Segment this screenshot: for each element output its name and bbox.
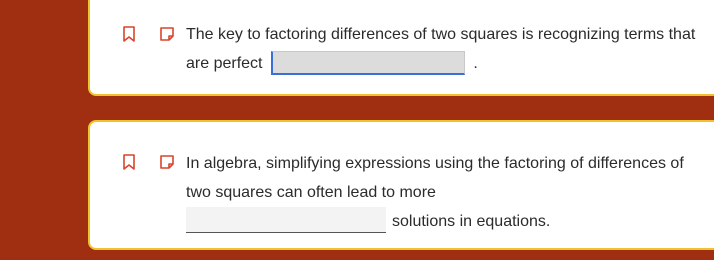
bookmark-icon[interactable] xyxy=(120,25,138,43)
answer-blank-input[interactable] xyxy=(186,206,386,233)
page: The key to factoring differences of two … xyxy=(0,0,714,260)
question-text-before: In algebra, simplifying expressions usin… xyxy=(186,155,684,201)
note-icon[interactable] xyxy=(158,153,176,171)
question-text: The key to factoring differences of two … xyxy=(186,20,712,78)
note-icon[interactable] xyxy=(158,25,176,43)
question-tools xyxy=(120,25,176,43)
answer-blank-input[interactable] xyxy=(270,50,465,75)
question-text-after: solutions in equations. xyxy=(392,213,551,230)
question-text: In algebra, simplifying expressions usin… xyxy=(186,149,712,236)
question-card-2: In algebra, simplifying expressions usin… xyxy=(88,120,714,250)
bookmark-icon[interactable] xyxy=(120,153,138,171)
question-card-1: The key to factoring differences of two … xyxy=(88,0,714,96)
question-tools xyxy=(120,153,176,171)
question-text-after: . xyxy=(473,55,478,72)
